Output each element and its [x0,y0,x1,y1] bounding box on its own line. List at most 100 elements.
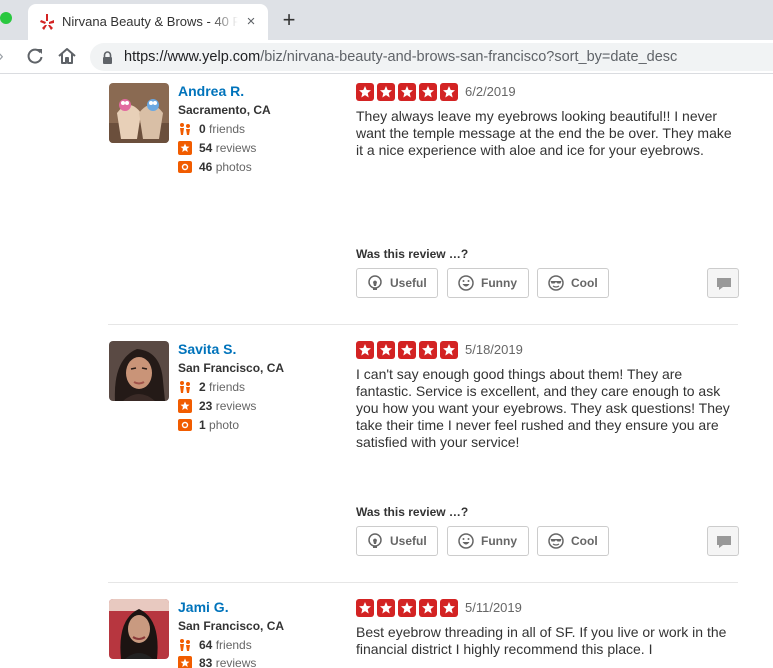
user-avatar[interactable] [109,599,169,659]
lock-icon [103,51,112,64]
home-icon[interactable] [56,45,78,67]
star-icon [419,83,437,101]
useful-label: Useful [390,276,427,290]
photos-count: 46 [199,160,213,174]
cool-face-icon [548,533,564,549]
lightbulb-icon [368,533,382,548]
star-rating [356,341,460,359]
comment-button[interactable] [707,268,739,298]
funny-button[interactable]: Funny [447,526,529,556]
friends-icon [180,381,190,393]
user-location: Sacramento, CA [178,103,271,117]
friends-icon [180,639,190,651]
funny-button[interactable]: Funny [447,268,529,298]
friends-count: 0 [199,122,206,136]
was-this-review-label: Was this review …? [356,505,469,519]
star-icon [377,341,395,359]
forward-icon[interactable]: › [0,46,12,66]
funny-face-icon [458,533,474,549]
user-avatar[interactable] [109,83,169,143]
friends-label: friends [209,380,246,394]
window-maximize-button[interactable] [0,12,12,24]
funny-label: Funny [481,276,517,290]
browser-tab[interactable]: Nirvana Beauty & Brows - 40 P × [28,4,268,40]
review-item: Savita S. San Francisco, CA 2 friends 23… [108,341,740,561]
funny-face-icon [458,275,474,291]
star-icon [356,341,374,359]
cool-button[interactable]: Cool [537,526,609,556]
review-item: Andrea R. Sacramento, CA 0 friends 54 re… [108,83,740,303]
star-review-icon [178,656,192,668]
was-this-review-label: Was this review …? [356,247,469,261]
browser-toolbar: › https://www.yelp.com/biz/nirvana-beaut… [0,40,773,74]
user-name[interactable]: Andrea R. [178,83,244,100]
star-icon [356,599,374,617]
reviews-label: reviews [215,141,257,155]
review-text: They always leave my eyebrows looking be… [356,108,732,158]
browser-tab-bar: Nirvana Beauty & Brows - 40 P × + [0,0,773,40]
review-divider [108,324,738,325]
reviews-label: reviews [215,656,257,668]
camera-icon [178,419,192,431]
cool-label: Cool [571,276,598,290]
user-name[interactable]: Savita S. [178,341,236,358]
star-icon [440,83,458,101]
photos-label: photos [215,160,252,174]
cool-button[interactable]: Cool [537,268,609,298]
url-path: /biz/nirvana-beauty-and-brows-san-franci… [260,49,678,65]
review-date: 6/2/2019 [465,84,516,99]
star-icon [398,599,416,617]
reviews-count: 83 [199,656,213,668]
close-tab-icon[interactable]: × [242,13,260,31]
star-icon [377,599,395,617]
reviews-count: 54 [199,141,213,155]
photos-count: 1 [199,418,206,432]
photos-label: photo [209,418,240,432]
star-icon [356,83,374,101]
cool-face-icon [548,275,564,291]
star-icon [398,341,416,359]
url-text[interactable]: https://www.yelp.com/biz/nirvana-beauty-… [124,48,764,66]
star-icon [398,83,416,101]
user-location: San Francisco, CA [178,361,285,375]
cool-label: Cool [571,534,598,548]
url-host: https://www.yelp.com [124,49,261,65]
star-icon [419,341,437,359]
reviews-label: reviews [215,399,257,413]
user-name[interactable]: Jami G. [178,599,229,616]
review-text: I can't say enough good things about the… [356,366,730,450]
star-icon [440,341,458,359]
star-rating [356,599,460,617]
star-icon [419,599,437,617]
reload-icon[interactable] [24,45,46,67]
comment-icon [717,278,731,290]
friends-label: friends [209,122,246,136]
user-location: San Francisco, CA [178,619,285,633]
address-bar[interactable]: https://www.yelp.com/biz/nirvana-beauty-… [90,43,773,71]
star-rating [356,83,460,101]
useful-button[interactable]: Useful [356,268,438,298]
review-date: 5/11/2019 [465,600,522,615]
comment-button[interactable] [707,526,739,556]
reviews-count: 23 [199,399,213,413]
star-icon [377,83,395,101]
friends-label: friends [215,638,252,652]
new-tab-button[interactable]: + [279,9,299,31]
useful-button[interactable]: Useful [356,526,438,556]
star-review-icon [178,141,192,155]
review-divider [108,582,738,583]
friends-count: 64 [199,638,213,652]
user-avatar[interactable] [109,341,169,401]
lightbulb-icon [368,275,382,290]
funny-label: Funny [481,534,517,548]
review-text: Best eyebrow threading in all of SF. If … [356,624,727,657]
camera-icon [178,161,192,173]
comment-icon [717,536,731,548]
friends-count: 2 [199,380,206,394]
star-icon [440,599,458,617]
yelp-favicon-icon [40,14,54,30]
useful-label: Useful [390,534,427,548]
review-date: 5/18/2019 [465,342,523,357]
tab-title: Nirvana Beauty & Brows - 40 P [62,14,238,29]
friends-icon [180,123,190,135]
